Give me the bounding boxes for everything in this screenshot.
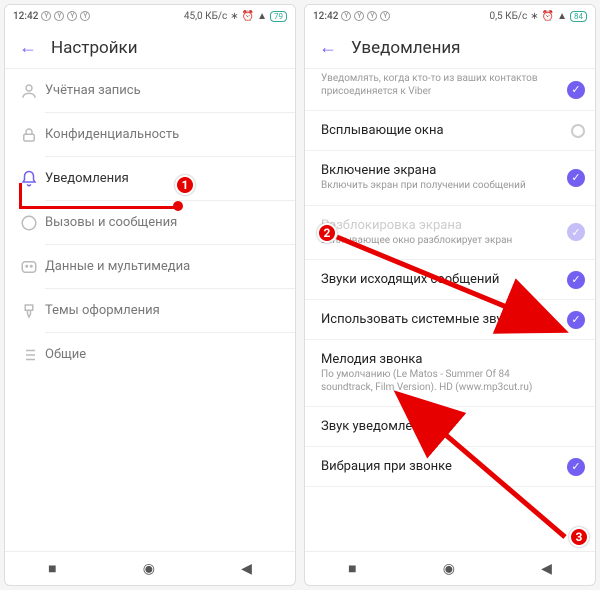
menu-label: Учётная запись	[45, 83, 141, 98]
lock-icon	[19, 125, 39, 145]
wifi-icon: ▲	[257, 11, 267, 22]
menu-label: Общие	[45, 347, 86, 362]
bell-icon	[19, 169, 39, 189]
menu-item-media[interactable]: Данные и мультимедиа	[5, 245, 295, 288]
status-time: 12:42	[13, 11, 38, 22]
menu-item-account[interactable]: Учётная запись	[5, 69, 295, 112]
annotation-underline	[19, 206, 179, 209]
menu-label: Уведомления	[45, 171, 129, 186]
brush-icon	[19, 301, 39, 321]
titlebar: ← Настройки	[5, 27, 295, 69]
navbar: ■ ◉ ◀	[5, 551, 295, 585]
alarm-icon: ⏰	[242, 11, 254, 22]
statusbar: 12:42 Y Y Y Y 45,0 КБ/с ∗ ⏰ ▲ 79	[5, 5, 295, 27]
status-icon: Y	[67, 11, 77, 21]
nav-recent-icon[interactable]: ■	[48, 560, 56, 577]
phone-left: 12:42 Y Y Y Y 45,0 КБ/с ∗ ⏰ ▲ 79 ← Настр…	[4, 4, 296, 586]
annotation-badge-3: 3	[569, 527, 589, 547]
battery-icon: 79	[270, 11, 287, 22]
settings-menu: Учётная запись Конфиденциальность Уведом…	[5, 69, 295, 551]
annotation-badge-2: 2	[317, 223, 337, 243]
menu-item-privacy[interactable]: Конфиденциальность	[5, 113, 295, 156]
chat-icon	[19, 213, 39, 233]
status-icon: Y	[80, 11, 90, 21]
nav-home-icon[interactable]: ◉	[143, 561, 155, 577]
user-icon	[19, 81, 39, 101]
status-icon: Y	[54, 11, 64, 21]
nav-back-icon[interactable]: ◀	[241, 561, 252, 577]
status-icon: Y	[41, 11, 51, 21]
back-icon[interactable]: ←	[19, 37, 37, 58]
media-icon	[19, 257, 39, 277]
menu-item-themes[interactable]: Темы оформления	[5, 289, 295, 332]
menu-label: Вызовы и сообщения	[45, 215, 177, 230]
menu-label: Темы оформления	[45, 303, 160, 318]
menu-item-general[interactable]: Общие	[5, 333, 295, 376]
page-title: Настройки	[51, 38, 138, 58]
menu-label: Конфиденциальность	[45, 127, 179, 142]
menu-item-notifications[interactable]: Уведомления	[5, 157, 295, 200]
menu-label: Данные и мультимедиа	[45, 259, 190, 274]
annotation-tick	[19, 183, 22, 208]
annotation-arrow	[305, 5, 596, 586]
status-data: 45,0 КБ/с	[184, 11, 227, 22]
list-icon	[19, 345, 39, 365]
bluetooth-icon: ∗	[230, 11, 238, 22]
phone-right: 12:42 Y Y Y Y 0,5 КБ/с ∗ ⏰ ▲ 84 ← Уведом…	[304, 4, 596, 586]
annotation-badge-1: 1	[175, 175, 195, 195]
